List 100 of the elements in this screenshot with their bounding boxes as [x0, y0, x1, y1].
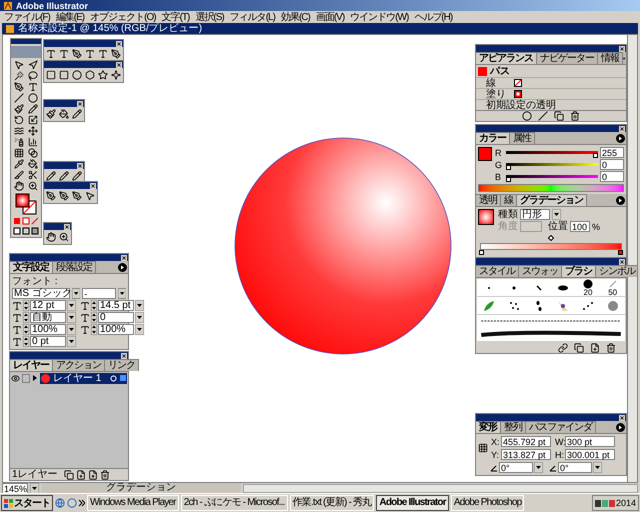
color-stop[interactable] [479, 250, 484, 255]
panel-tab[interactable]: ブラシ [562, 265, 596, 277]
pencil-icon[interactable] [72, 109, 82, 119]
panel-tab[interactable]: 文字設定 [10, 261, 53, 273]
dropdown-arrow-icon[interactable] [30, 482, 39, 494]
value-field[interactable]: 0 [600, 159, 624, 170]
menu-item[interactable]: 編集(E) [56, 12, 84, 22]
scatter-brush-icon[interactable] [508, 300, 520, 312]
screen-mode-icon[interactable] [13, 227, 39, 235]
close-icon[interactable] [64, 224, 70, 230]
panel-tab[interactable]: リンク [105, 359, 139, 371]
panel-tab[interactable]: シンボル [596, 265, 637, 277]
panel-tab[interactable]: 情報 [598, 52, 623, 64]
spinner-icon[interactable] [23, 312, 29, 323]
new-brush-icon[interactable] [590, 342, 600, 352]
pencil-icon[interactable] [46, 171, 56, 181]
panel-tab[interactable]: グラデーション [517, 194, 587, 206]
media-icon[interactable] [67, 498, 77, 508]
new-layer-icon[interactable] [88, 470, 98, 480]
pencil-icon[interactable] [28, 104, 38, 114]
taskbar-button[interactable]: Adobe Photoshop [450, 495, 524, 511]
brush-icon[interactable] [14, 104, 24, 114]
close-icon[interactable] [619, 414, 625, 420]
panel-tab[interactable]: レイヤー [10, 359, 53, 371]
visibility-eye-icon[interactable] [11, 374, 20, 382]
rotate-icon[interactable] [14, 115, 24, 125]
type-size-icon[interactable] [12, 324, 22, 334]
panel-tab[interactable]: 整列 [501, 421, 526, 433]
dropdown-arrow-icon[interactable] [67, 300, 76, 311]
bucket-icon[interactable] [59, 109, 69, 119]
close-icon[interactable] [619, 46, 625, 52]
bar-chart-icon[interactable] [28, 137, 38, 147]
gradient-icon[interactable] [28, 148, 38, 158]
fill-stroke-swatch-icon[interactable] [14, 193, 38, 215]
warp-icon[interactable] [14, 126, 24, 136]
polygon-icon[interactable] [85, 70, 95, 80]
close-icon[interactable] [77, 162, 83, 168]
dropdown-arrow-icon[interactable] [67, 324, 76, 335]
type-icon[interactable] [46, 49, 56, 59]
new-sublayer-icon[interactable] [76, 470, 86, 480]
flare-icon[interactable] [111, 70, 121, 80]
value-field[interactable]: 300.001 pt [565, 449, 615, 460]
spinner-icon[interactable] [91, 312, 97, 323]
value-field[interactable]: 300 pt [565, 436, 615, 447]
duplicate-icon[interactable] [554, 111, 564, 121]
value-field[interactable]: 0° [499, 462, 533, 473]
type-size-icon[interactable] [80, 324, 90, 334]
pen-icon[interactable] [14, 82, 24, 92]
target-circle-icon[interactable] [110, 374, 117, 382]
menu-item[interactable]: オブジェクト(O) [90, 12, 156, 22]
close-icon[interactable] [121, 352, 127, 358]
type-size-icon[interactable] [80, 312, 90, 322]
value-field[interactable]: 0 [98, 312, 134, 323]
scissors-icon[interactable] [28, 170, 38, 180]
paint-bucket-icon[interactable] [28, 159, 38, 169]
value-field[interactable]: 0 [600, 171, 624, 182]
slider-thumb[interactable] [506, 165, 511, 170]
type-size-icon[interactable] [12, 300, 22, 310]
value-field[interactable]: 0° [558, 462, 592, 473]
dropdown-arrow-icon[interactable] [135, 312, 144, 323]
slider-thumb[interactable] [506, 177, 511, 182]
value-field[interactable]: 14.5 pt [98, 300, 134, 311]
menu-item[interactable]: 効果(C) [280, 12, 310, 22]
eyedropper-icon[interactable] [14, 159, 24, 169]
type-icon[interactable] [28, 82, 38, 92]
close-icon[interactable] [77, 100, 83, 106]
value-field[interactable]: 255 [600, 147, 624, 158]
value-field[interactable]: 455.792 pt [501, 436, 551, 447]
fan-brush-icon[interactable] [557, 300, 570, 312]
reference-point-icon[interactable] [478, 443, 488, 453]
close-icon[interactable] [619, 126, 625, 132]
value-field[interactable]: MS ゴシック [12, 288, 70, 299]
leaf-brush-icon[interactable] [483, 300, 496, 312]
menu-item[interactable]: ウインドウ(W) [350, 12, 408, 22]
value-field[interactable]: 100% [30, 324, 66, 335]
expand-triangle-icon[interactable] [32, 374, 38, 382]
panel-tab[interactable]: 線 [501, 194, 517, 206]
rounded-rectangle-icon[interactable] [59, 70, 69, 80]
dropdown-arrow-icon[interactable] [593, 462, 602, 473]
dropdown-arrow-icon[interactable] [135, 300, 144, 311]
type-size-icon[interactable] [80, 300, 90, 310]
hand-icon[interactable] [14, 181, 24, 191]
oval-brush-icon[interactable] [557, 283, 570, 293]
value-field[interactable]: 0 pt [30, 336, 66, 347]
panel-tab[interactable]: 属性 [510, 132, 535, 144]
lasso-icon[interactable] [28, 71, 38, 81]
panel-tab[interactable]: 透明 [476, 194, 501, 206]
round-brush-icon[interactable] [582, 279, 593, 289]
menu-item[interactable]: 選択(S) [195, 12, 224, 22]
duplicate-icon[interactable] [64, 470, 74, 480]
slanted-brush-icon[interactable] [534, 283, 544, 293]
panel-tab[interactable]: パスファインダ [526, 421, 596, 433]
chevron-icon[interactable] [79, 499, 85, 507]
blob-brush-icon[interactable] [606, 300, 619, 312]
free-transform-icon[interactable] [28, 126, 38, 136]
menu-item[interactable]: 文字(T) [162, 12, 190, 22]
link-icon[interactable] [558, 342, 568, 352]
trash-icon[interactable] [100, 470, 110, 480]
close-icon[interactable] [116, 62, 122, 68]
value-field[interactable]: - [82, 288, 116, 299]
